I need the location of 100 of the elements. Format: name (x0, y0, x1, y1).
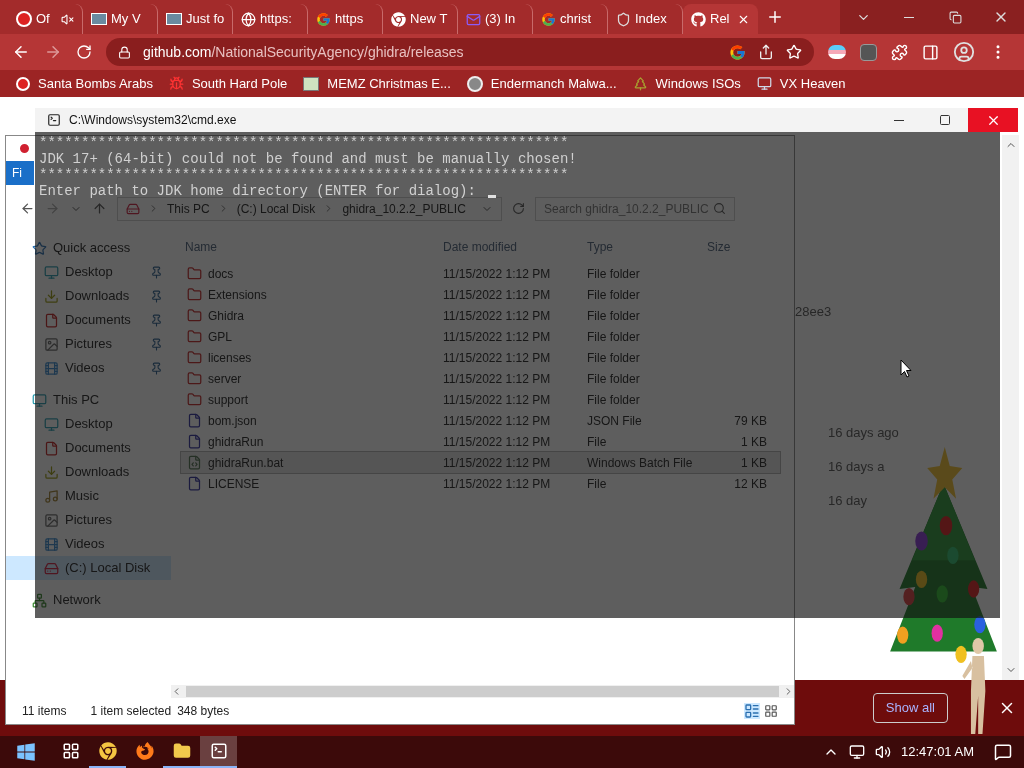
column-header[interactable]: Date modified (443, 237, 587, 256)
file-row[interactable]: docs 11/15/2022 1:12 PM File folder (181, 263, 780, 284)
file-type: File folder (587, 307, 641, 325)
bookmark-link[interactable]: VX Heaven (756, 73, 846, 94)
bookmark-link[interactable]: South Hard Pole (168, 73, 288, 94)
file-date: 11/15/2022 1:12 PM (443, 391, 552, 409)
url-text: github.com/NationalSecurityAgency/ghidra/releases (143, 42, 464, 62)
bookmark-link[interactable]: MEMZ Christmas E... (303, 73, 451, 94)
thumbnails-view-icon[interactable] (764, 704, 778, 718)
mouse-cursor-icon (900, 359, 912, 378)
nav-item[interactable]: Desktop (6, 260, 171, 284)
column-header[interactable]: Type (587, 237, 707, 256)
nav-item[interactable]: Downloads (6, 460, 171, 484)
file-row[interactable]: support 11/15/2022 1:12 PM File folder (181, 389, 780, 410)
nav-item[interactable]: Pictures (6, 508, 171, 532)
text-cursor (487, 195, 496, 198)
bookmark-star-icon[interactable] (786, 44, 802, 60)
nav-item[interactable]: Music (6, 484, 171, 508)
file-date: 11/15/2022 1:12 PM (443, 475, 552, 493)
breadcrumb-item[interactable]: ghidra_10.2.2_PUBLIC (342, 199, 466, 218)
reload-icon[interactable] (76, 44, 92, 60)
file-date: 11/15/2022 1:12 PM (443, 328, 552, 346)
file-name: bom.json (208, 412, 257, 430)
file-row[interactable]: GPL 11/15/2022 1:12 PM File folder (181, 326, 780, 347)
file-row[interactable]: server 11/15/2022 1:12 PM File folder (181, 368, 780, 389)
clock-text[interactable]: 12:47:01 AM (901, 742, 974, 762)
file-tab[interactable]: Fi (6, 161, 34, 185)
nav-item[interactable]: Videos (6, 356, 171, 380)
extension-icon[interactable] (860, 43, 877, 61)
nav-item[interactable]: Pictures (6, 332, 171, 356)
volume-icon[interactable] (875, 744, 891, 760)
browser-tab[interactable]: Rel (683, 4, 758, 34)
show-all-button[interactable]: Show all (872, 693, 948, 723)
file-row[interactable]: LICENSE 11/15/2022 1:12 PM File 12 KB (181, 473, 780, 494)
profile-icon[interactable] (953, 41, 975, 63)
taskbar-app-button[interactable] (200, 736, 237, 768)
breadcrumb-item[interactable]: This PC (167, 199, 210, 218)
restore-icon (948, 10, 962, 24)
back-icon[interactable] (12, 43, 30, 61)
file-date: 11/15/2022 1:12 PM (443, 433, 552, 451)
chrome-icon (391, 11, 406, 27)
file-icon (187, 434, 202, 449)
file-name: ghidraRun.bat (208, 454, 284, 472)
close-button[interactable] (978, 0, 1024, 34)
maximize-icon (939, 114, 951, 126)
network-icon (32, 592, 47, 608)
nav-item[interactable]: Quick access (6, 236, 171, 260)
muted-icon[interactable] (61, 12, 74, 26)
file-row[interactable]: ghidraRun.bat 11/15/2022 1:12 PM Windows Batch File 1 KB (181, 452, 780, 473)
google-icon[interactable] (729, 43, 746, 61)
console-line: Enter path to JDK home directory (ENTER for dialog): (39, 183, 476, 199)
breadcrumb-item[interactable]: (C:) Local Disk (236, 199, 316, 218)
download-icon (44, 464, 59, 480)
nav-item[interactable]: Downloads (6, 284, 171, 308)
nav-item[interactable]: Network (6, 588, 171, 612)
github-icon (691, 11, 706, 27)
bookmark-link[interactable]: Windows ISOs (632, 73, 741, 94)
file-row[interactable]: bom.json 11/15/2022 1:12 PM JSON File 79 KB (181, 410, 780, 431)
computer-icon (32, 392, 47, 408)
file-row[interactable]: Ghidra 11/15/2022 1:12 PM File folder (181, 305, 780, 326)
nav-item[interactable]: Videos (6, 532, 171, 556)
column-header[interactable]: Size (707, 237, 767, 256)
extensions-icon[interactable] (891, 43, 908, 61)
nav-item[interactable]: Documents (6, 436, 171, 460)
terminal-icon (47, 113, 61, 127)
file-type: File (587, 475, 608, 493)
scrollbar-thumb[interactable] (186, 686, 779, 697)
file-row[interactable]: ghidraRun 11/15/2022 1:12 PM File 1 KB (181, 431, 780, 452)
flag-extension-icon[interactable] (828, 45, 846, 59)
bookmark-link[interactable]: Santa Bombs Arabs (16, 73, 153, 94)
selection-size-text: 348 bytes (177, 703, 230, 720)
file-type: File folder (587, 349, 641, 367)
file-row[interactable]: Extensions 11/15/2022 1:12 PM File folder (181, 284, 780, 305)
network-icon[interactable] (849, 744, 865, 760)
google-icon (316, 11, 331, 27)
file-name: support (208, 391, 249, 409)
address-bar[interactable]: github.com/NationalSecurityAgency/ghidra/releases (106, 38, 814, 66)
nav-item[interactable]: Desktop (6, 412, 171, 436)
chrome-icon (98, 742, 117, 760)
column-header[interactable]: Name (181, 237, 443, 256)
console-line: *************************************************************** (39, 135, 569, 151)
file-date: 11/15/2022 1:12 PM (443, 265, 552, 283)
details-view-icon[interactable] (744, 703, 760, 719)
window-title: C:\Windows\system32\cmd.exe (69, 112, 237, 129)
forward-icon[interactable] (44, 43, 62, 61)
nav-item[interactable]: This PC (6, 388, 171, 412)
desktop-icon (44, 416, 59, 432)
bookmark-link[interactable]: Endermanch Malwa... (466, 73, 617, 94)
file-row[interactable]: licenses 11/15/2022 1:12 PM File folder (181, 347, 780, 368)
back-icon[interactable] (20, 201, 35, 216)
nav-item[interactable]: Documents (6, 308, 171, 332)
nav-item[interactable]: (C:) Local Disk (6, 556, 171, 580)
file-size: 12 KB (733, 475, 767, 493)
folder-icon (187, 287, 202, 302)
app-icon (18, 142, 31, 155)
new-tab-icon[interactable] (766, 8, 784, 26)
side-panel-icon[interactable] (922, 43, 939, 61)
share-icon[interactable] (758, 44, 774, 60)
notifications-icon[interactable] (994, 743, 1012, 761)
file-type: File (587, 433, 608, 451)
